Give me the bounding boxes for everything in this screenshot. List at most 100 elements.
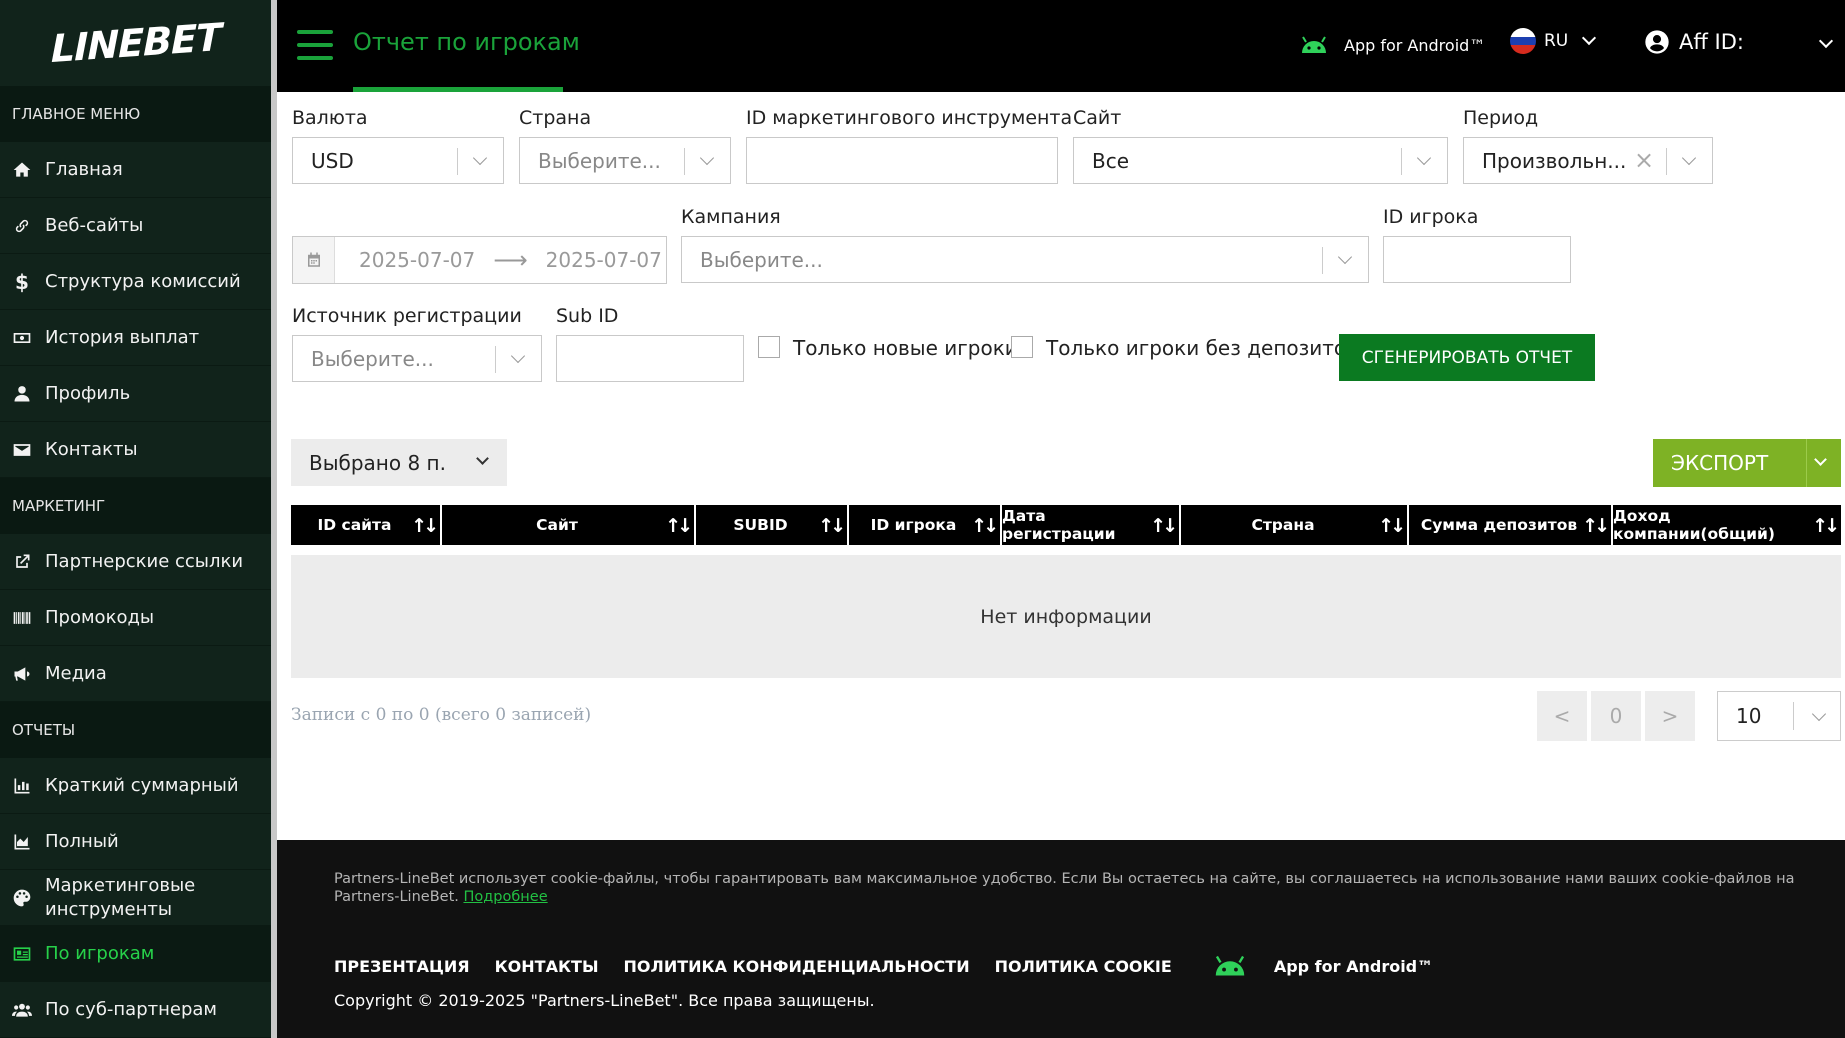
sidebar-item-websites[interactable]: Веб-сайты xyxy=(0,198,271,254)
sidebar-item-home[interactable]: Главная xyxy=(0,142,271,198)
prev-page-button[interactable]: < xyxy=(1537,691,1587,741)
sidebar-item-commission[interactable]: $ Структура комиссий xyxy=(0,254,271,310)
country-select[interactable]: Выберите... xyxy=(519,137,731,184)
barcode-icon xyxy=(10,606,34,630)
sort-icon: ↑↓ xyxy=(818,515,846,537)
chevron-down-icon xyxy=(510,348,526,364)
sidebar-item-by-subpartners[interactable]: По суб-партнерам xyxy=(0,982,271,1038)
android-app-link[interactable]: App for Android™ xyxy=(1298,34,1485,56)
divider xyxy=(457,148,458,175)
money-icon xyxy=(10,326,34,350)
only-new-checkbox[interactable] xyxy=(758,336,780,358)
chevron-down-icon xyxy=(1681,150,1697,166)
chevron-down-icon xyxy=(699,150,715,166)
language-selector[interactable]: RU xyxy=(1510,28,1597,54)
sidebar-item-summary[interactable]: Краткий суммарный xyxy=(0,758,271,814)
date-to[interactable]: 2025-07-07 xyxy=(546,248,662,272)
records-info: Записи с 0 по 0 (всего 0 записей) xyxy=(291,705,592,725)
sidebar-item-label: Партнерские ссылки xyxy=(45,550,244,572)
generate-report-button[interactable]: СГЕНЕРИРОВАТЬ ОТЧЕТ xyxy=(1339,334,1595,381)
column-label: Страна xyxy=(1251,516,1315,534)
sidebar-item-label: Медиа xyxy=(45,662,107,684)
site-label: Сайт xyxy=(1073,107,1122,129)
user-icon xyxy=(10,382,34,406)
site-select[interactable]: Все xyxy=(1073,137,1448,184)
user-circle-icon xyxy=(1645,30,1669,54)
columns-selected-label: Выбрано 8 п. xyxy=(309,450,446,475)
column-header-company-revenue[interactable]: Доход компании(общий) ↑↓ xyxy=(1613,505,1841,545)
calendar-icon xyxy=(293,237,335,283)
sidebar-item-contacts[interactable]: Контакты xyxy=(0,422,271,478)
chevron-down-icon[interactable] xyxy=(1818,33,1834,49)
sidebar-item-label: Промокоды xyxy=(45,606,155,628)
sidebar-item-media[interactable]: Медиа xyxy=(0,646,271,702)
no-deposits-label[interactable]: Только игроки без депозитов xyxy=(1046,336,1358,360)
period-value: Произвольн... xyxy=(1482,148,1627,173)
footer-link-cookie-policy[interactable]: ПОЛИТИКА COOKIE xyxy=(995,957,1172,976)
linebet-logo[interactable]: LINEBET xyxy=(0,0,271,86)
export-button[interactable]: ЭКСПОРТ xyxy=(1653,439,1841,487)
section-main-menu: ГЛАВНОЕ МЕНЮ xyxy=(0,86,271,142)
sidebar-item-promocodes[interactable]: Промокоды xyxy=(0,590,271,646)
clear-icon[interactable]: × xyxy=(1634,146,1654,174)
sidebar: LINEBET ГЛАВНОЕ МЕНЮ Главная Веб-сайты $… xyxy=(0,0,271,1038)
footer-link-presentation[interactable]: ПРЕЗЕНТАЦИЯ xyxy=(334,957,470,976)
cookie-notice: Partners-LineBet использует cookie-файлы… xyxy=(334,870,1814,906)
sidebar-item-label: Краткий суммарный xyxy=(45,774,239,796)
footer-link-privacy[interactable]: ПОЛИТИКА КОНФИДЕНЦИАЛЬНОСТИ xyxy=(624,957,970,976)
footer-android-link[interactable]: App for Android™ xyxy=(1211,953,1433,979)
sidebar-item-label: Веб-сайты xyxy=(45,214,144,236)
country-placeholder: Выберите... xyxy=(538,148,661,173)
column-header-site-id[interactable]: ID сайта ↑↓ xyxy=(291,505,442,545)
users-icon xyxy=(10,998,34,1022)
aff-id-label: Aff ID: xyxy=(1679,30,1744,54)
mkt-tool-id-input[interactable] xyxy=(746,137,1058,184)
only-new-label[interactable]: Только новые игроки xyxy=(793,336,1018,360)
sidebar-item-marketing-tools[interactable]: Маркетинговые инструменты xyxy=(0,870,271,926)
date-from[interactable]: 2025-07-07 xyxy=(359,248,475,272)
page-number[interactable]: 0 xyxy=(1591,691,1641,741)
column-header-reg-date[interactable]: Дата регистрации ↑↓ xyxy=(1002,505,1181,545)
column-header-player-id[interactable]: ID игрока ↑↓ xyxy=(849,505,1002,545)
chevron-down-icon xyxy=(472,150,488,166)
reg-source-label: Источник регистрации xyxy=(292,305,522,327)
sort-icon: ↑↓ xyxy=(665,515,693,537)
currency-select[interactable]: USD xyxy=(292,137,504,184)
period-select[interactable]: Произвольн... × xyxy=(1463,137,1713,184)
home-icon xyxy=(10,158,34,182)
sidebar-item-profile[interactable]: Профиль xyxy=(0,366,271,422)
reg-source-select[interactable]: Выберите... xyxy=(292,335,542,382)
next-page-button[interactable]: > xyxy=(1645,691,1695,741)
title-underline xyxy=(353,87,563,92)
aff-id-menu[interactable]: Aff ID: xyxy=(1643,28,1744,56)
sidebar-item-partner-links[interactable]: Партнерские ссылки xyxy=(0,534,271,590)
column-header-country[interactable]: Страна ↑↓ xyxy=(1181,505,1409,545)
menu-toggle-icon[interactable] xyxy=(297,30,333,60)
no-deposits-checkbox[interactable] xyxy=(1011,336,1033,358)
sidebar-item-by-players[interactable]: По игрокам xyxy=(0,926,271,982)
mkt-tool-id-label: ID маркетингового инструмента xyxy=(746,107,1073,129)
column-header-site[interactable]: Сайт ↑↓ xyxy=(442,505,696,545)
chevron-down-icon[interactable] xyxy=(1814,453,1827,466)
sort-icon: ↑↓ xyxy=(1378,515,1406,537)
section-reports: ОТЧЕТЫ xyxy=(0,702,271,758)
player-id-input[interactable] xyxy=(1383,236,1571,283)
dollar-icon: $ xyxy=(15,269,29,294)
columns-select-button[interactable]: Выбрано 8 п. xyxy=(291,439,507,486)
column-header-deposits[interactable]: Сумма депозитов ↑↓ xyxy=(1409,505,1613,545)
column-header-subid[interactable]: SUBID ↑↓ xyxy=(696,505,849,545)
date-range-picker[interactable]: 2025-07-07 ⟶ 2025-07-07 xyxy=(292,236,667,284)
megaphone-icon xyxy=(10,662,34,686)
area-chart-icon xyxy=(10,830,34,854)
sub-id-label: Sub ID xyxy=(556,305,619,327)
sidebar-item-full[interactable]: Полный xyxy=(0,814,271,870)
player-id-label: ID игрока xyxy=(1383,206,1479,228)
cookie-more-link[interactable]: Подробнее xyxy=(463,889,547,905)
logo-text: LINEBET xyxy=(50,15,221,71)
period-label: Период xyxy=(1463,107,1539,129)
sub-id-input[interactable] xyxy=(556,335,744,382)
footer-link-contacts[interactable]: КОНТАКТЫ xyxy=(495,957,599,976)
page-size-select[interactable]: 10 xyxy=(1717,691,1841,741)
campaign-select[interactable]: Выберите... xyxy=(681,236,1369,283)
sidebar-item-payouts[interactable]: История выплат xyxy=(0,310,271,366)
